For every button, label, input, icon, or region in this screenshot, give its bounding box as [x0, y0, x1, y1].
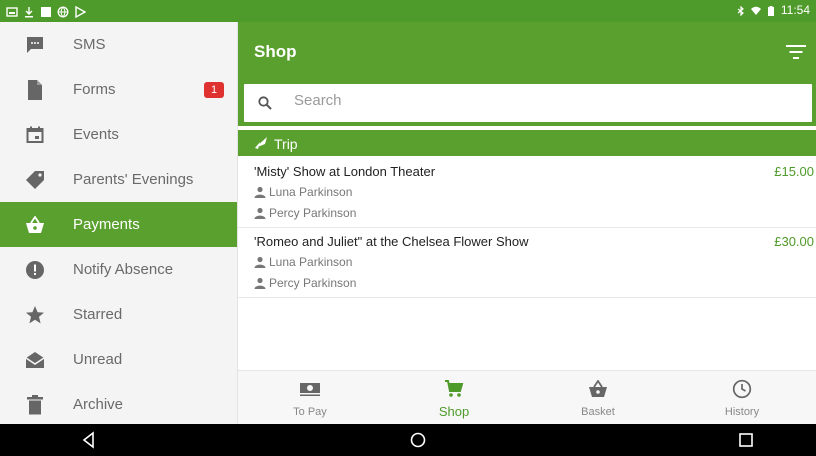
search-bar-container	[238, 80, 816, 126]
person-name: Percy Parkinson	[269, 276, 357, 290]
notification-icons	[6, 4, 87, 19]
envelope-open-icon	[24, 349, 46, 371]
tab-basket[interactable]: Basket	[526, 371, 670, 425]
tab-label: Shop	[438, 404, 470, 419]
basket-icon	[24, 214, 46, 236]
item-person: Percy Parkinson	[254, 276, 356, 290]
list-item[interactable]: 'Misty' Show at London Theater £15.00 Lu…	[238, 158, 816, 228]
drawer-item-events[interactable]: Events	[0, 112, 237, 157]
drawer-label: Notify Absence	[73, 261, 174, 278]
page-title: Shop	[254, 42, 297, 61]
person-name: Percy Parkinson	[269, 206, 357, 220]
person-icon	[254, 207, 266, 219]
drawer-label: Starred	[73, 306, 123, 323]
tab-label: Basket	[581, 406, 615, 418]
forms-count-badge: 1	[204, 82, 224, 98]
drawer-label: Events	[73, 126, 119, 143]
drawer-item-parents-evenings[interactable]: Parents' Evenings	[0, 157, 237, 202]
tab-to-pay[interactable]: To Pay	[238, 371, 382, 425]
navigation-drawer: SMS Forms 1 Events Parents' Evenings Pay…	[0, 22, 238, 424]
trip-icon	[254, 136, 268, 150]
home-icon[interactable]	[409, 431, 427, 449]
list-item[interactable]: 'Romeo and Juliet" at the Chelsea Flower…	[238, 228, 816, 298]
search-input[interactable]	[294, 92, 774, 109]
category-header-trip: Trip	[238, 130, 816, 156]
trash-icon	[24, 394, 46, 416]
tab-history[interactable]: History	[670, 371, 814, 425]
status-bar: 11:54	[0, 0, 816, 22]
drawer-label: Parents' Evenings	[73, 171, 194, 188]
battery-icon	[766, 5, 776, 16]
item-title: 'Romeo and Juliet" at the Chelsea Flower…	[254, 234, 529, 249]
drawer-item-forms[interactable]: Forms 1	[0, 67, 237, 112]
item-price: £15.00	[774, 164, 814, 179]
back-icon[interactable]	[80, 431, 98, 449]
filter-icon[interactable]	[786, 44, 806, 60]
drawer-label: Unread	[73, 351, 123, 368]
search-box	[244, 84, 812, 122]
item-title: 'Misty' Show at London Theater	[254, 164, 436, 179]
system-indicators: 11:54	[736, 3, 810, 17]
recents-icon[interactable]	[737, 431, 755, 449]
drawer-item-archive[interactable]: Archive	[0, 382, 237, 424]
item-price: £30.00	[774, 234, 814, 249]
image-icon	[6, 5, 18, 17]
star-icon	[24, 304, 46, 326]
drawer-label: Archive	[73, 396, 124, 413]
shop-item-list: 'Misty' Show at London Theater £15.00 Lu…	[238, 158, 816, 298]
app-bar: Shop	[238, 22, 816, 80]
globe-icon	[57, 5, 69, 18]
person-icon	[254, 277, 266, 289]
calendar-icon	[24, 124, 46, 146]
person-name: Luna Parkinson	[269, 185, 353, 199]
clock-icon	[731, 379, 753, 399]
download-icon	[23, 5, 35, 18]
cash-icon	[299, 379, 321, 399]
drawer-label: Payments	[73, 216, 140, 233]
square-icon	[40, 5, 52, 17]
item-person: Percy Parkinson	[254, 206, 356, 220]
person-icon	[254, 256, 266, 268]
document-icon	[24, 79, 46, 101]
tab-label: To Pay	[293, 406, 327, 418]
cart-icon	[443, 379, 465, 399]
alert-icon	[24, 259, 46, 281]
sms-icon	[24, 34, 46, 56]
tab-shop[interactable]: Shop	[382, 371, 526, 425]
drawer-label: SMS	[73, 36, 106, 53]
bluetooth-icon	[736, 5, 746, 17]
person-name: Luna Parkinson	[269, 255, 353, 269]
drawer-item-unread[interactable]: Unread	[0, 337, 237, 382]
drawer-item-payments[interactable]: Payments	[0, 202, 237, 247]
system-navigation-bar	[0, 424, 816, 456]
tab-label: History	[724, 406, 760, 418]
person-icon	[254, 186, 266, 198]
wifi-icon	[750, 5, 761, 15]
clock-time: 11:54	[780, 3, 810, 17]
category-label: Trip	[274, 136, 298, 152]
play-store-icon	[74, 5, 87, 19]
item-person: Luna Parkinson	[254, 185, 352, 199]
bottom-navigation: To Pay Shop Basket History	[238, 370, 816, 424]
search-icon	[258, 96, 272, 110]
tag-icon	[24, 169, 46, 191]
drawer-item-sms[interactable]: SMS	[0, 22, 237, 67]
drawer-label: Forms	[73, 81, 116, 98]
basket-icon	[587, 379, 609, 399]
item-person: Luna Parkinson	[254, 255, 352, 269]
drawer-item-notify-absence[interactable]: Notify Absence	[0, 247, 237, 292]
drawer-item-starred[interactable]: Starred	[0, 292, 237, 337]
